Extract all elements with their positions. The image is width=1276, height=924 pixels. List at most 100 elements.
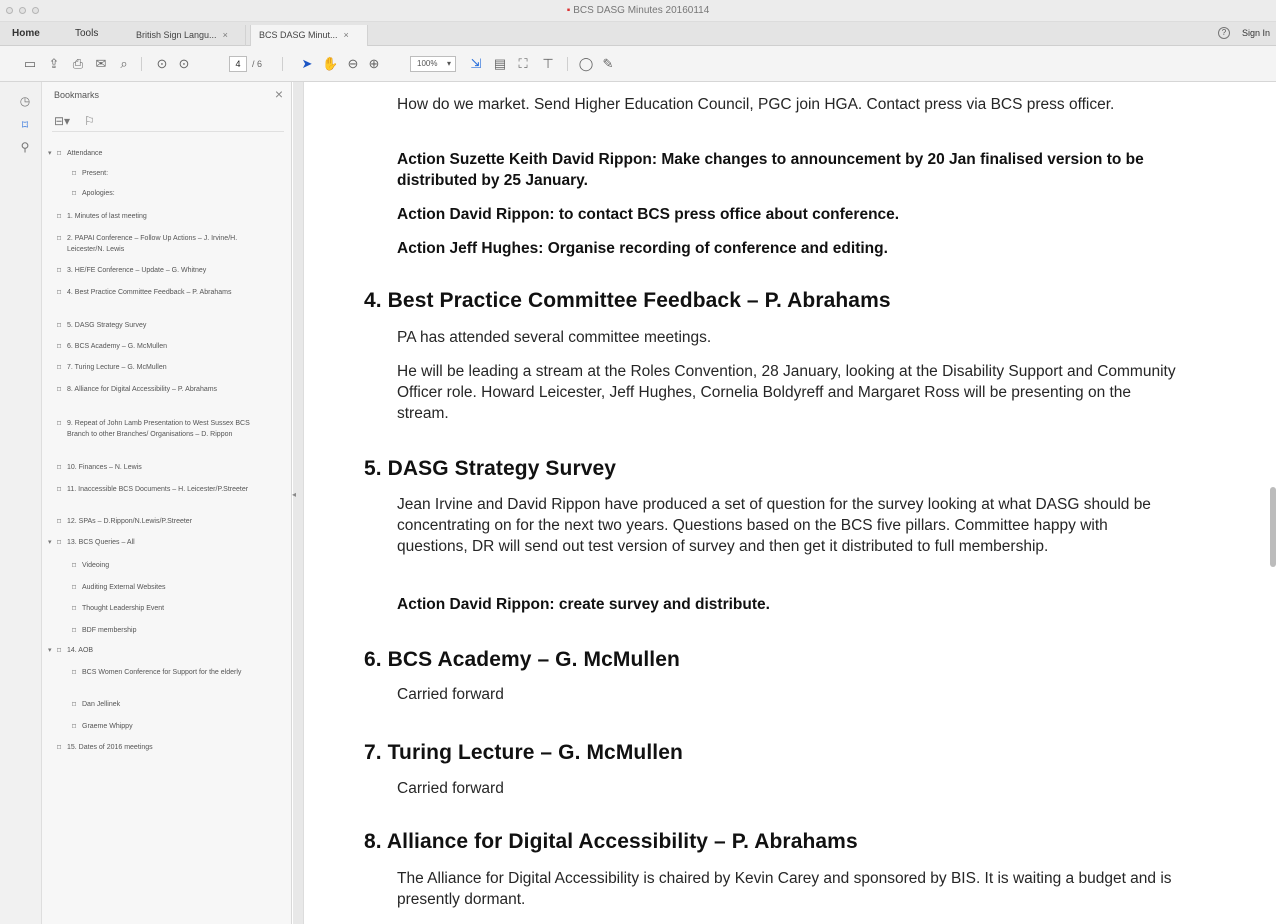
bookmark-item[interactable]: ⌑ 1. Minutes of last meeting — [57, 211, 267, 222]
bookmark-icon[interactable]: ⌑ — [18, 118, 32, 132]
bookmark-icon: ⌑ — [72, 722, 77, 731]
toolbar: ▭ ⇪ ⎙ ✉ ⌕ ⊙ ⊙ 4 / 6 ➤ ✋ ⊖ ⊕ 100% ▾ ⇲ ▤ ⛶ … — [0, 46, 1276, 82]
panel-divider[interactable] — [293, 82, 304, 924]
tools-tab[interactable]: Tools — [75, 28, 98, 39]
bookmark-icon: ⌑ — [57, 538, 62, 547]
pen-icon[interactable]: ✎ — [600, 56, 616, 72]
hand-tool-icon[interactable]: ✋ — [322, 56, 338, 72]
window-title: ▪ BCS DASG Minutes 20160114 — [566, 5, 710, 16]
read-mode-icon[interactable]: ⊤ — [540, 56, 556, 72]
bookmark-item[interactable]: ⌑ 12. SPAs – D.Rippon/N.Lewis/P.Streeter — [57, 516, 267, 527]
zoom-select[interactable]: 100% ▾ — [410, 56, 456, 72]
create-pdf-icon[interactable]: ▭ — [22, 56, 38, 72]
page-number-input[interactable]: 4 — [229, 56, 247, 72]
attachment-icon[interactable]: ⚲ — [18, 140, 32, 154]
paragraph: Jean Irvine and David Rippon have produc… — [397, 496, 1151, 555]
chevron-down-icon[interactable]: ▾ — [48, 537, 57, 548]
bookmark-icon: ⌑ — [57, 149, 62, 158]
bookmark-item[interactable]: ⌑ 10. Finances – N. Lewis — [57, 462, 267, 473]
bookmark-icon: ⌑ — [57, 419, 62, 428]
bookmark-item[interactable]: ⌑ 9. Repeat of John Lamb Presentation to … — [57, 418, 267, 440]
document-view: How do we market. Send Higher Education … — [305, 82, 1276, 924]
bookmark-icon: ⌑ — [57, 485, 62, 494]
document-tab-1[interactable]: British Sign Langu... × — [128, 25, 246, 46]
bookmark-item[interactable]: ⌑ Thought Leadership Event — [72, 603, 282, 614]
bookmark-item[interactable]: ⌑ Present: — [72, 168, 282, 179]
search-icon[interactable]: ⌕ — [116, 56, 132, 72]
page-view-icon[interactable]: ▤ — [492, 56, 508, 72]
bookmark-icon: ⌑ — [72, 583, 77, 592]
previous-page-icon[interactable]: ⊙ — [154, 56, 170, 72]
bookmark-item[interactable]: ⌑ Auditing External Websites — [72, 582, 282, 593]
upload-icon[interactable]: ⇪ — [46, 56, 62, 72]
bookmark-item[interactable]: ⌑ 11. Inaccessible BCS Documents – H. Lei… — [57, 484, 267, 495]
select-tool-icon[interactable]: ➤ — [299, 56, 315, 72]
bookmark-icon: ⌑ — [57, 212, 62, 221]
scrollbar-thumb[interactable] — [1270, 487, 1276, 567]
chevron-down-icon[interactable]: ▾ — [48, 645, 57, 656]
bookmark-icon: ⌑ — [72, 561, 77, 570]
close-tab-icon[interactable]: × — [223, 30, 228, 40]
bookmark-icon: ⌑ — [57, 234, 62, 243]
zoom-in-icon[interactable]: ⊕ — [366, 56, 382, 72]
pdf-icon: ▪ — [566, 5, 571, 16]
new-bookmark-icon[interactable]: ⚐ — [84, 114, 95, 128]
home-tab[interactable]: Home — [12, 28, 40, 39]
bookmark-item[interactable]: ⌑ Dan Jellinek — [72, 699, 282, 710]
bookmark-item[interactable]: ▾ ⌑ 14. AOB — [48, 645, 267, 656]
bookmark-item[interactable]: ⌑ Videoing — [72, 560, 282, 571]
fit-page-icon[interactable]: ⇲ — [468, 56, 484, 72]
pages-icon[interactable]: ◷ — [18, 94, 32, 108]
fullscreen-icon[interactable]: ⛶ — [515, 56, 531, 72]
bookmark-item[interactable]: ⌑ 8. Alliance for Digital Accessibility –… — [57, 384, 267, 395]
bookmarks-toolbar: ⊟▾ ⚐ — [52, 112, 284, 132]
chevron-down-icon[interactable]: ▾ — [48, 148, 57, 159]
bookmark-item[interactable]: ⌑ Apologies: — [72, 188, 282, 199]
help-icon[interactable]: ? — [1218, 27, 1230, 39]
close-icon[interactable]: × — [275, 86, 283, 102]
bookmark-icon: ⌑ — [57, 646, 62, 655]
section-heading: 4. Best Practice Committee Feedback – P.… — [364, 289, 891, 312]
page-total: / 6 — [252, 59, 263, 69]
bookmark-icon: ⌑ — [57, 385, 62, 394]
paragraph: Carried forward — [397, 686, 504, 703]
bookmark-item[interactable]: ⌑ Graeme Whippy — [72, 721, 282, 732]
document-tab-label: British Sign Langu... — [136, 30, 217, 40]
bookmark-item[interactable]: ⌑ 7. Turing Lecture – G. McMullen — [57, 362, 267, 373]
bookmarks-title: Bookmarks — [54, 90, 100, 100]
bookmark-icon: ⌑ — [72, 189, 77, 198]
section-heading: 5. DASG Strategy Survey — [364, 457, 617, 480]
bookmark-item[interactable]: ⌑ 6. BCS Academy – G. McMullen — [57, 341, 267, 352]
bookmark-item[interactable]: ⌑ 3. HE/FE Conference – Update – G. Whitn… — [57, 265, 267, 276]
collapse-panel-icon[interactable]: ◂ — [292, 490, 296, 499]
bookmark-options-icon[interactable]: ⊟▾ — [54, 114, 70, 128]
toolbar-divider — [567, 57, 568, 71]
bookmark-icon: ⌑ — [57, 463, 62, 472]
comment-icon[interactable]: ◯ — [578, 56, 594, 72]
bookmark-icon: ⌑ — [57, 743, 62, 752]
bookmark-icon: ⌑ — [57, 363, 62, 372]
section-heading: 8. Alliance for Digital Accessibility – … — [364, 830, 858, 853]
print-icon[interactable]: ⎙ — [70, 56, 86, 72]
bookmark-item[interactable]: ⌑ 5. DASG Strategy Survey — [57, 320, 267, 331]
tab-row: Home Tools British Sign Langu... × BCS DA… — [0, 22, 1276, 46]
action-item: Action David Rippon: to contact BCS pres… — [397, 206, 900, 223]
bookmark-icon: ⌑ — [72, 626, 77, 635]
bookmark-icon: ⌑ — [72, 668, 77, 677]
bookmark-icon: ⌑ — [57, 321, 62, 330]
document-tab-2[interactable]: BCS DASG Minut... × — [250, 25, 368, 46]
bookmark-item[interactable]: ⌑ BDF membership — [72, 625, 282, 636]
close-tab-icon[interactable]: × — [344, 30, 349, 40]
bookmark-item[interactable]: ⌑ 4. Best Practice Committee Feedback – P… — [57, 287, 267, 298]
bookmark-item[interactable]: ▾ ⌑ Attendance — [48, 148, 267, 159]
bookmark-icon: ⌑ — [57, 342, 62, 351]
next-page-icon[interactable]: ⊙ — [176, 56, 192, 72]
email-icon[interactable]: ✉ — [93, 56, 109, 72]
sign-in-link[interactable]: Sign In — [1242, 28, 1270, 38]
section-heading: 7. Turing Lecture – G. McMullen — [364, 741, 683, 764]
zoom-out-icon[interactable]: ⊖ — [345, 56, 361, 72]
bookmark-item[interactable]: ⌑ BCS Women Conference for Support for th… — [72, 667, 267, 678]
bookmark-item[interactable]: ▾ ⌑ 13. BCS Queries – All — [48, 537, 267, 548]
bookmark-item[interactable]: ⌑ 15. Dates of 2016 meetings — [57, 742, 267, 753]
bookmark-item[interactable]: ⌑ 2. PAPAI Conference – Follow Up Actions… — [57, 233, 267, 255]
